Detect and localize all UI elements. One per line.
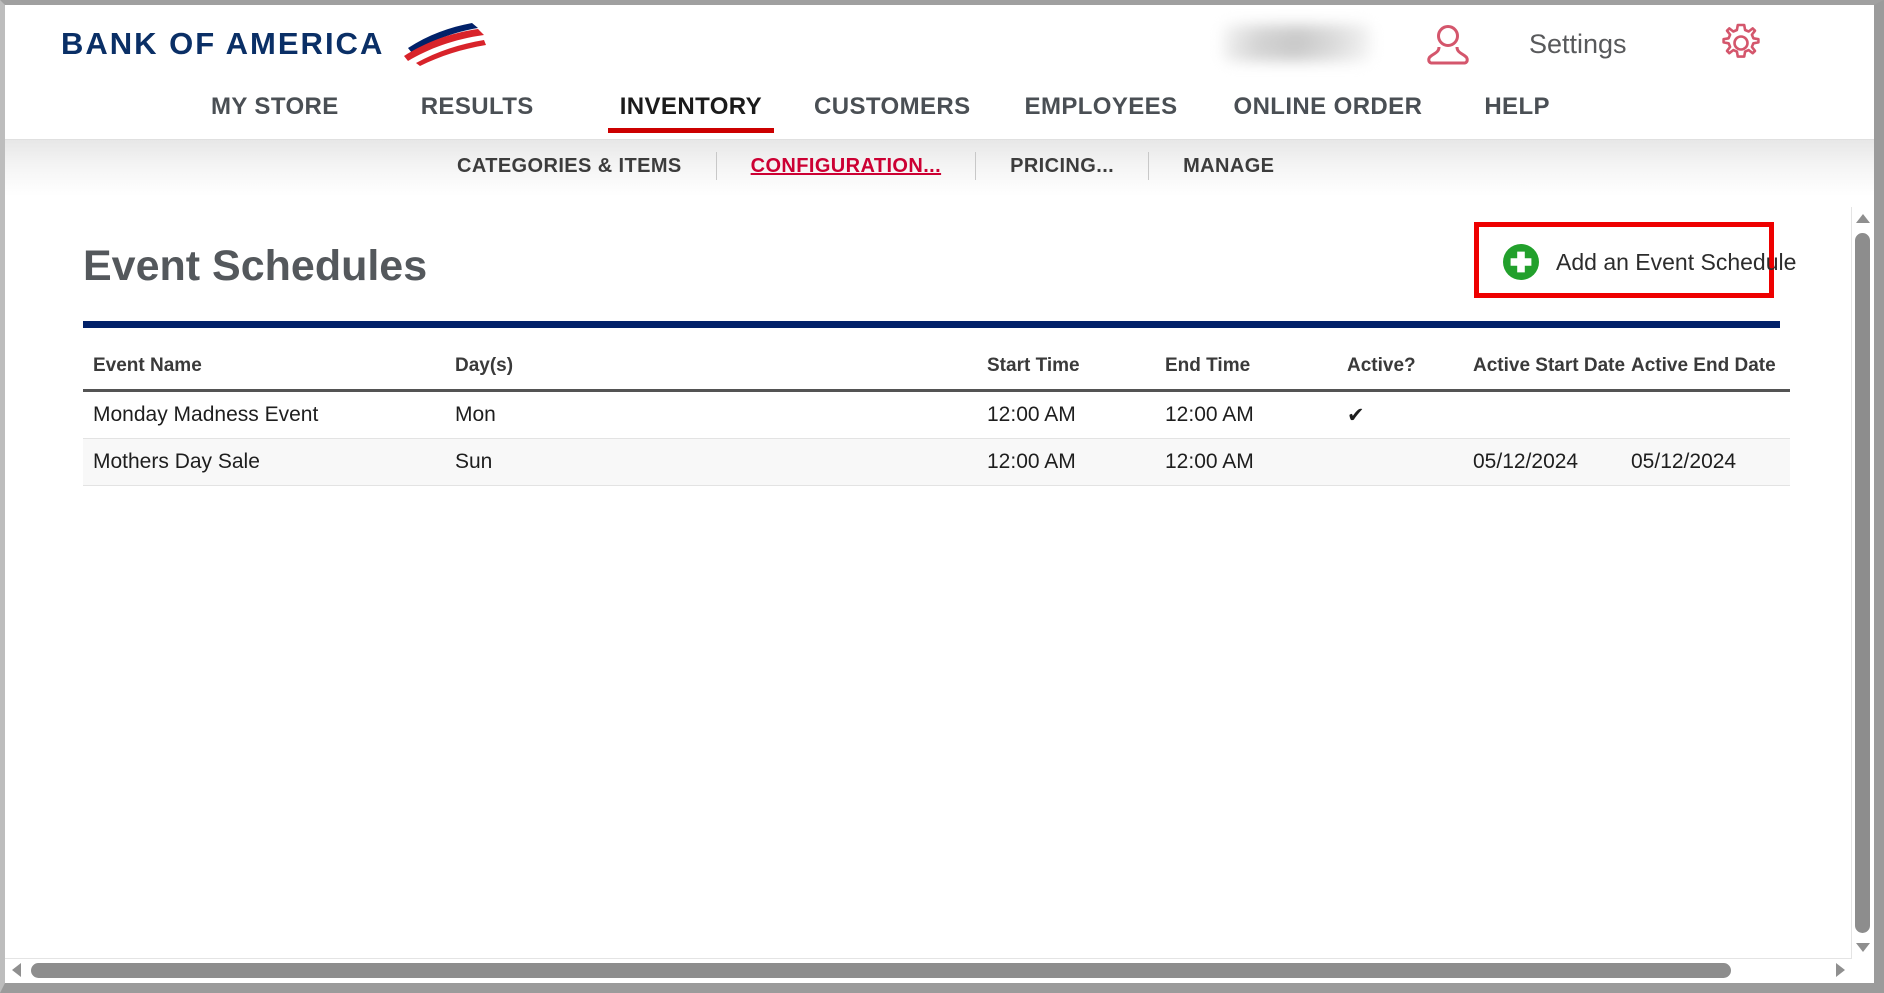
cell-start-time: 12:00 AM (987, 438, 1165, 486)
nav-item-my-store[interactable]: MY STORE (211, 93, 339, 133)
site-header: BANK OF AMERICA Settings (5, 5, 1874, 93)
cell-event-name: Mothers Day Sale (83, 438, 455, 486)
column-header-start-time[interactable]: Start Time (987, 347, 1165, 392)
bank-of-america-logo[interactable]: BANK OF AMERICA (61, 22, 487, 66)
scroll-left-arrow-icon[interactable] (12, 963, 21, 977)
cell-active-start-date: 05/12/2024 (1473, 438, 1631, 486)
table-row[interactable]: Mothers Day Sale Sun 12:00 AM 12:00 AM 0… (83, 438, 1790, 486)
brand-wordmark: BANK OF AMERICA (61, 26, 385, 61)
nav-label: INVENTORY (619, 93, 763, 120)
column-header-days[interactable]: Day(s) (455, 347, 987, 392)
cell-active-end-date: 05/12/2024 (1631, 438, 1790, 486)
page-title: Event Schedules (83, 242, 428, 290)
section-divider (83, 321, 1780, 328)
column-header-end-time[interactable]: End Time (1165, 347, 1347, 392)
add-event-schedule-label: Add an Event Schedule (1556, 248, 1797, 275)
secondary-navigation-bar: CATEGORIES & ITEMS CONFIGURATION... PRIC… (5, 139, 1874, 196)
column-header-active-start-date[interactable]: Active Start Date (1473, 347, 1631, 392)
vertical-scrollbar[interactable] (1851, 207, 1874, 959)
cell-days: Mon (455, 390, 987, 439)
subnav-label: CATEGORIES & ITEMS (457, 154, 682, 177)
scroll-up-arrow-icon[interactable] (1856, 214, 1870, 223)
scroll-down-arrow-icon[interactable] (1856, 943, 1870, 952)
content-pane: Event Schedules Add an Event Schedule Ev… (5, 207, 1874, 983)
nav-label: ONLINE ORDER (1233, 93, 1423, 120)
subnav-separator (715, 152, 717, 180)
subnav-item-manage[interactable]: MANAGE (1183, 155, 1274, 178)
column-header-event-name[interactable]: Event Name (83, 347, 455, 392)
nav-item-employees[interactable]: EMPLOYEES (1025, 93, 1178, 133)
subnav-separator (1148, 152, 1150, 180)
nav-item-online-order[interactable]: ONLINE ORDER (1234, 93, 1423, 133)
cell-end-time: 12:00 AM (1165, 390, 1347, 439)
vertical-scrollbar-thumb[interactable] (1855, 233, 1870, 933)
nav-label: HELP (1484, 93, 1550, 120)
secondary-navigation: CATEGORIES & ITEMS CONFIGURATION... PRIC… (457, 152, 1274, 180)
subnav-item-categories-items[interactable]: CATEGORIES & ITEMS (457, 155, 682, 178)
horizontal-scrollbar[interactable] (5, 958, 1852, 983)
person-icon[interactable] (1425, 20, 1471, 70)
event-schedules-panel: Event Schedules Add an Event Schedule Ev… (5, 207, 1796, 937)
cell-start-time: 12:00 AM (987, 390, 1165, 439)
subnav-label: PRICING... (1010, 154, 1115, 177)
subnav-item-pricing[interactable]: PRICING... (1010, 155, 1114, 178)
nav-item-help[interactable]: HELP (1484, 93, 1550, 133)
table-row[interactable]: Monday Madness Event Mon 12:00 AM 12:00 … (83, 390, 1790, 439)
column-header-active[interactable]: Active? (1347, 347, 1473, 392)
cell-active-start-date (1473, 390, 1631, 439)
event-schedules-table: Event Name Day(s) Start Time End Time Ac… (83, 347, 1790, 486)
subnav-label: MANAGE (1183, 154, 1275, 177)
scrollbar-corner (1852, 959, 1874, 983)
masked-username (1223, 25, 1371, 61)
nav-item-inventory[interactable]: INVENTORY (607, 93, 775, 133)
nav-item-customers[interactable]: CUSTOMERS (814, 93, 971, 133)
nav-item-results[interactable]: RESULTS (421, 93, 534, 133)
cell-event-name: Monday Madness Event (83, 390, 455, 439)
application-window: BANK OF AMERICA Settings MY STORE RESULT… (0, 0, 1884, 993)
page-surface: BANK OF AMERICA Settings MY STORE RESULT… (5, 5, 1874, 983)
primary-navigation: MY STORE RESULTS INVENTORY CUSTOMERS EMP… (5, 93, 1874, 139)
flagscape-logo-icon (404, 23, 487, 66)
add-event-schedule-button[interactable]: Add an Event Schedule (1502, 243, 1796, 281)
cell-days: Sun (455, 438, 987, 486)
subnav-separator (975, 152, 977, 180)
subnav-label: CONFIGURATION... (750, 154, 942, 177)
table-header: Event Name Day(s) Start Time End Time Ac… (83, 347, 1790, 392)
cell-active-end-date (1631, 390, 1790, 439)
nav-label: EMPLOYEES (1024, 93, 1178, 120)
column-header-active-end-date[interactable]: Active End Date (1631, 347, 1790, 392)
nav-label: CUSTOMERS (814, 93, 971, 120)
gear-icon[interactable] (1717, 19, 1765, 67)
cell-active-checkmark (1347, 438, 1473, 486)
table-body: Monday Madness Event Mon 12:00 AM 12:00 … (83, 390, 1790, 486)
settings-label[interactable]: Settings (1529, 29, 1627, 60)
subnav-item-configuration[interactable]: CONFIGURATION... (751, 155, 941, 178)
cell-end-time: 12:00 AM (1165, 438, 1347, 486)
nav-label: RESULTS (420, 93, 534, 120)
horizontal-scrollbar-thumb[interactable] (31, 963, 1731, 978)
scroll-right-arrow-icon[interactable] (1836, 963, 1845, 977)
nav-label: MY STORE (211, 93, 339, 120)
cell-active-checkmark: ✔ (1347, 390, 1473, 439)
table-header-row: Event Name Day(s) Start Time End Time Ac… (83, 347, 1790, 392)
plus-circle-icon (1503, 244, 1539, 280)
